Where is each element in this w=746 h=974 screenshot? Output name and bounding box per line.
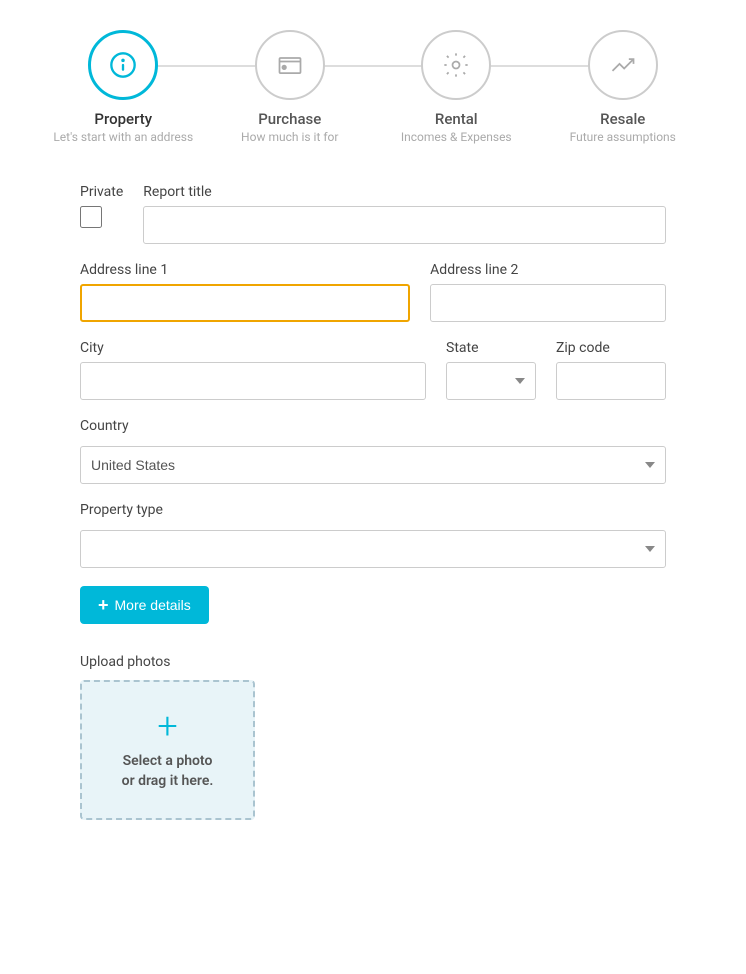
step-property-sublabel: Let's start with an address xyxy=(53,130,193,144)
address-line2-input[interactable] xyxy=(430,284,666,322)
country-label: Country xyxy=(80,418,129,434)
city-group: City xyxy=(80,340,426,400)
address-line2-group: Address line 2 xyxy=(430,262,666,322)
state-select[interactable] xyxy=(446,362,536,400)
zip-label: Zip code xyxy=(556,340,666,356)
upload-label: Upload photos xyxy=(80,654,666,670)
plus-icon: + xyxy=(98,596,109,614)
stepper: Property Let's start with an address Pur… xyxy=(0,0,746,164)
zip-group: Zip code xyxy=(556,340,666,400)
state-group: State xyxy=(446,340,536,400)
step-resale[interactable]: Resale Future assumptions xyxy=(540,30,707,144)
step-purchase-circle xyxy=(255,30,325,100)
row-city-state-zip: City State Zip code xyxy=(80,340,666,400)
row-country: Country United States Canada United King… xyxy=(80,418,666,484)
row-address: Address line 1 Address line 2 xyxy=(80,262,666,322)
address-line2-label: Address line 2 xyxy=(430,262,666,278)
row-private-report: Private Report title xyxy=(80,184,666,244)
more-details-button[interactable]: + More details xyxy=(80,586,209,624)
step-purchase-label: Purchase xyxy=(258,110,321,128)
row-property-type: Property type Single Family Multi Family… xyxy=(80,502,666,568)
zip-input[interactable] xyxy=(556,362,666,400)
upload-select-text: Select a photo or drag it here. xyxy=(122,752,214,791)
city-input[interactable] xyxy=(80,362,426,400)
step-property-circle xyxy=(88,30,158,100)
address-line1-input[interactable] xyxy=(80,284,410,322)
property-form: Private Report title Address line 1 Addr… xyxy=(0,164,746,860)
upload-section: Upload photos + Select a photo or drag i… xyxy=(80,654,666,820)
step-resale-circle xyxy=(588,30,658,100)
city-label: City xyxy=(80,340,426,356)
state-label: State xyxy=(446,340,536,356)
property-type-label: Property type xyxy=(80,502,163,518)
private-group: Private xyxy=(80,184,123,228)
private-label: Private xyxy=(80,184,123,200)
step-rental-circle xyxy=(421,30,491,100)
step-purchase[interactable]: Purchase How much is it for xyxy=(207,30,374,144)
step-property[interactable]: Property Let's start with an address xyxy=(40,30,207,144)
upload-dropzone[interactable]: + Select a photo or drag it here. xyxy=(80,680,255,820)
step-resale-sublabel: Future assumptions xyxy=(570,130,676,144)
step-rental-sublabel: Incomes & Expenses xyxy=(401,130,512,144)
property-type-select[interactable]: Single Family Multi Family Condo Townhou… xyxy=(80,530,666,568)
report-title-label: Report title xyxy=(143,184,666,200)
step-resale-label: Resale xyxy=(600,110,645,128)
step-purchase-sublabel: How much is it for xyxy=(241,130,338,144)
step-rental-label: Rental xyxy=(435,110,478,128)
upload-plus-icon: + xyxy=(157,708,177,744)
report-title-group: Report title xyxy=(143,184,666,244)
private-checkbox[interactable] xyxy=(80,206,102,228)
more-details-label: More details xyxy=(115,597,191,613)
address-line1-group: Address line 1 xyxy=(80,262,410,322)
address-line1-label: Address line 1 xyxy=(80,262,410,278)
step-property-label: Property xyxy=(94,110,152,128)
report-title-input[interactable] xyxy=(143,206,666,244)
country-select[interactable]: United States Canada United Kingdom xyxy=(80,446,666,484)
step-rental[interactable]: Rental Incomes & Expenses xyxy=(373,30,540,144)
